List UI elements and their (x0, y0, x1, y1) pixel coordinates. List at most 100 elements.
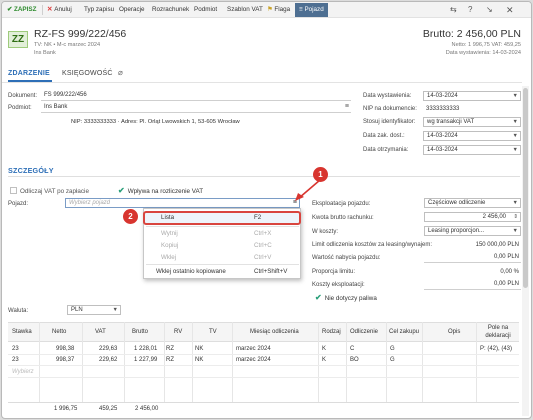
row-divider (8, 365, 519, 366)
issue-date-field[interactable]: 14-03-2024 ▼ (423, 91, 521, 101)
tab-event[interactable]: ZDARZENIE (8, 70, 50, 77)
menu-item-copy[interactable]: Kopiuj Ctrl+C (144, 240, 300, 252)
identifier-value: wg transakcji VAT (427, 119, 475, 125)
check-icon: ✔ (7, 6, 15, 13)
menu-item-paste-last[interactable]: Wklej ostatnio kopiowane Ctrl+Shift+V (144, 266, 300, 278)
cell-tv: NK (195, 357, 204, 363)
menu-item-label: Wklej (161, 254, 177, 261)
tab-accounting[interactable]: KSIĘGOWOŚĆ (62, 70, 113, 77)
column-divider (124, 322, 125, 402)
not-fuel-checkbox[interactable]: ✔ Nie dotyczy paliwa (315, 293, 377, 302)
chevron-down-icon[interactable]: ▼ (513, 199, 518, 207)
chevron-down-icon[interactable]: ▼ (513, 227, 518, 235)
entity-field[interactable]: Ins Bank ≡ (41, 103, 351, 113)
help-icon[interactable]: ? (468, 5, 472, 14)
column-header[interactable]: Pole na deklaracji (478, 324, 518, 340)
costs-label: W koszty: (312, 229, 339, 235)
list-icon[interactable]: ≡ (345, 103, 349, 111)
column-header[interactable]: Stawka (12, 329, 32, 335)
column-header[interactable]: Netto (52, 329, 66, 335)
cancel-button[interactable]: ✕ Anuluj (47, 6, 72, 13)
receipt-date-label: Data otrzymania: (363, 147, 409, 153)
tax-date-value: 14-03-2024 (427, 133, 458, 139)
menu-item-shortcut: Ctrl+C (254, 242, 272, 249)
chevron-down-icon[interactable]: ▼ (513, 118, 518, 126)
column-divider (82, 322, 83, 402)
costs-usage-field[interactable]: 0,00 PLN (424, 280, 521, 290)
document-field[interactable]: FS 999/222/456 (41, 91, 351, 101)
new-row-placeholder[interactable]: Wybierz (12, 369, 34, 375)
purchase-value-label: Wartość nabycia pojazdu: (312, 255, 381, 261)
costs-select[interactable]: Leasing proporcjon... ▼ (424, 226, 521, 236)
column-header[interactable]: RV (174, 329, 182, 335)
cell-brutto: 1 227,99 (134, 357, 158, 363)
minimize-icon[interactable]: ↘ (486, 5, 493, 14)
checkmark-icon: ✔ (315, 293, 322, 302)
gross-amount-value: 2 456,00 (482, 214, 506, 220)
scrollbar-thumb[interactable] (523, 88, 528, 288)
entry-type-menu[interactable]: Typ zapisu (84, 6, 114, 13)
vat-table-header: Stawka Netto VAT Brutto RV TV Miesiąc od… (8, 322, 519, 342)
cell-purpose: G (390, 357, 395, 363)
menu-item-shortcut: Ctrl+X (254, 230, 272, 237)
settlement-menu[interactable]: Rozrachunek (152, 6, 189, 13)
gross-amount-label: Kwota brutto rachunku: (312, 215, 374, 221)
vehicle-label: Pojazd (304, 6, 324, 13)
currency-value: PLN (71, 307, 83, 313)
purchase-value: 0,00 PLN (493, 254, 519, 260)
chevron-down-icon[interactable]: ▼ (513, 92, 518, 100)
column-header[interactable]: VAT (95, 329, 106, 335)
attachment-icon[interactable]: ⌀ (118, 68, 123, 77)
column-header[interactable]: Brutto (132, 329, 148, 335)
affects-vat-checkbox[interactable]: ✔ Wpływa na rozliczenie VAT (118, 186, 203, 195)
menu-item-label: Wytnij (161, 230, 178, 237)
vehicle-menu[interactable]: ≡ Pojazd (295, 3, 328, 17)
column-divider (386, 322, 387, 402)
receipt-date-field[interactable]: 14-03-2024 ▼ (423, 145, 521, 155)
costs-usage-label: Koszty eksploatacji: (312, 282, 365, 288)
receipt-date-value: 14-03-2024 (427, 147, 458, 153)
operations-menu[interactable]: Operacje (119, 6, 145, 13)
row-divider (8, 377, 519, 378)
cell-rv: RZ (166, 346, 174, 352)
cell-rv: RZ (166, 357, 174, 363)
close-window-icon[interactable]: ✕ (506, 5, 514, 16)
total-vat: 459,25 (99, 406, 118, 412)
costs-usage-value: 0,00 PLN (493, 281, 519, 287)
vat-template-menu[interactable]: Szablon VAT (227, 6, 263, 13)
entity-menu[interactable]: Podmiot (194, 6, 217, 13)
column-divider (39, 322, 40, 402)
usage-select[interactable]: Częściowe odliczenie ▼ (424, 198, 521, 208)
column-header[interactable]: Opis (448, 329, 460, 335)
close-icon: ✕ (47, 6, 53, 13)
column-header[interactable]: TV (209, 329, 217, 335)
tax-date-field[interactable]: 14-03-2024 ▼ (423, 131, 521, 141)
affects-vat-label: Wpływa na rozliczenie VAT (127, 188, 204, 195)
cell-declaration-field: P: (42), (43) (480, 346, 513, 352)
column-header[interactable]: Odliczenie (350, 329, 378, 335)
sync-icon[interactable]: ⇆ (450, 5, 457, 14)
cell-deduction: BO (350, 357, 359, 363)
menu-item-shortcut: Ctrl+Shift+V (254, 268, 288, 275)
column-header[interactable]: Cel zakupu (389, 329, 419, 335)
flag-menu[interactable]: ⚑ Flaga (267, 6, 290, 13)
chevron-down-icon[interactable]: ▼ (513, 146, 518, 154)
menu-item-paste[interactable]: Wklej Ctrl+V (144, 252, 300, 264)
gross-amount-field[interactable]: 2 456,00 ⇕ (424, 212, 521, 222)
vehicle-input[interactable]: Wybierz pojazd ≡ (65, 198, 300, 208)
usage-value: Częściowe odliczenie (428, 200, 486, 206)
currency-select[interactable]: PLN ▼ (67, 305, 121, 315)
purchase-value-field[interactable]: 0,00 PLN (424, 253, 521, 263)
menu-item-cut[interactable]: Wytnij Ctrl+X (144, 228, 300, 240)
details-divider (8, 176, 520, 177)
column-header[interactable]: Rodzaj (322, 329, 341, 335)
menu-item-list[interactable]: Lista F2 (143, 211, 301, 225)
checkmark-icon: ✔ (118, 186, 125, 195)
stepper-icon[interactable]: ⇕ (513, 213, 518, 221)
column-header[interactable]: Miesiąc odliczenia (250, 329, 299, 335)
chevron-down-icon[interactable]: ▼ (113, 306, 118, 314)
chevron-down-icon[interactable]: ▼ (513, 132, 518, 140)
identifier-select[interactable]: wg transakcji VAT ▼ (423, 117, 521, 127)
vat-after-payment-checkbox[interactable]: Odliczaj VAT po zapłacie (10, 187, 89, 195)
save-button[interactable]: ✔ ZAPISZ (7, 6, 36, 13)
